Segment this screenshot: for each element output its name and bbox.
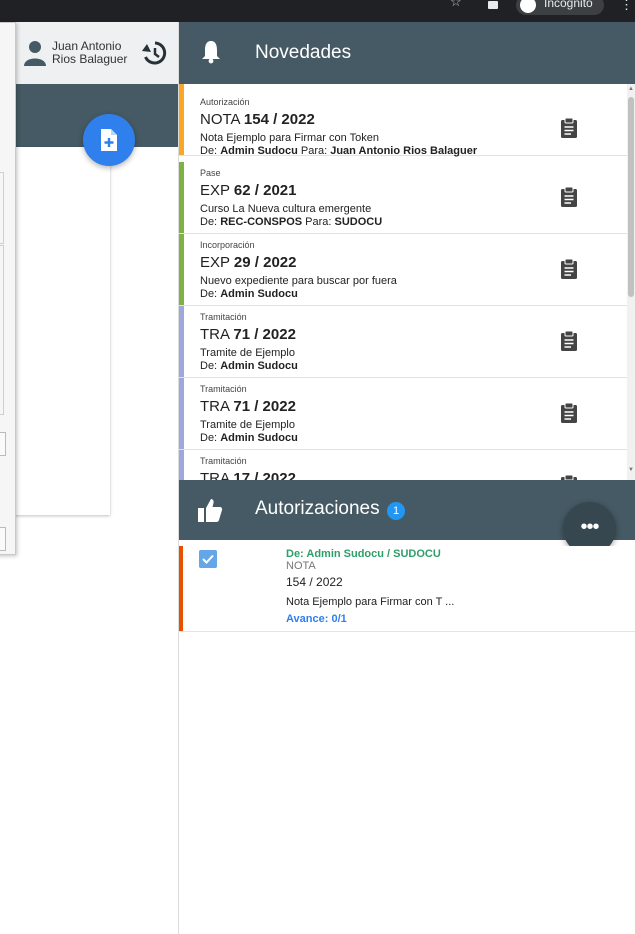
accent-bar [179, 306, 184, 377]
novedades-header: Novedades [179, 22, 635, 84]
novedad-number: EXP 62 / 2021 [200, 182, 297, 199]
browser-menu-icon[interactable]: ⋮ [620, 0, 633, 13]
scroll-down-icon[interactable]: ▼ [628, 467, 634, 473]
add-document-icon [101, 129, 117, 151]
checkbox-checked-icon[interactable] [199, 550, 217, 568]
clipboard-icon[interactable] [561, 403, 577, 423]
user-name[interactable]: Juan Antonio Rios Balaguer [52, 40, 142, 66]
novedad-number: TRA 71 / 2022 [200, 398, 296, 415]
novedad-from-to: De: Admin Sudocu [200, 360, 298, 372]
novedad-from-to: De: Admin Sudocu [200, 288, 298, 300]
dialog-button[interactable] [0, 432, 6, 456]
novedad-type: Tramitación [200, 312, 247, 322]
clipboard-icon[interactable] [561, 187, 577, 207]
autorizacion-progress: Avance: 0/1 [286, 613, 347, 625]
thumbs-up-icon [198, 499, 223, 522]
accent-bar [179, 546, 183, 631]
novedad-description: Nota Ejemplo para Firmar con Token [200, 132, 379, 144]
novedad-from-to: De: Admin Sudocu Para: Juan Antonio Rios… [200, 145, 478, 157]
autorizacion-number: 154 / 2022 [286, 575, 343, 589]
novedad-type: Autorización [200, 97, 250, 107]
accent-bar [179, 378, 184, 449]
novedad-type: Incorporación [200, 240, 255, 250]
scrollbar-thumb[interactable] [628, 97, 634, 297]
incognito-label: Incognito [544, 0, 593, 10]
novedad-description: Tramite de Ejemplo [200, 347, 295, 359]
novedad-description: Nuevo expediente para buscar por fuera [200, 275, 397, 287]
bookmark-star-icon[interactable]: ☆ [450, 0, 464, 9]
autorizacion-item[interactable]: De: Admin Sudocu / SUDOCU NOTA 154 / 202… [179, 546, 635, 632]
user-name-line2: Rios Balaguer [52, 52, 128, 66]
more-horizontal-icon: ••• [580, 516, 599, 538]
accent-bar [179, 162, 184, 233]
novedad-from-to: De: Admin Sudocu [200, 432, 298, 444]
novedad-number: EXP 29 / 2022 [200, 254, 297, 271]
scroll-up-icon[interactable]: ▲ [628, 86, 634, 92]
novedad-item[interactable]: Incorporación EXP 29 / 2022 Nuevo expedi… [179, 234, 627, 306]
novedad-type: Pase [200, 168, 221, 178]
dialog-field[interactable] [0, 172, 4, 244]
accent-bar [179, 450, 184, 480]
autorizacion-description: Nota Ejemplo para Firmar con T ... [286, 596, 455, 608]
novedad-number: NOTA 154 / 2022 [200, 111, 315, 128]
novedad-item[interactable]: Pase EXP 62 / 2021 Curso La Nueva cultur… [179, 162, 627, 234]
autorizacion-from: De: Admin Sudocu / SUDOCU [286, 548, 441, 560]
novedad-item[interactable]: Tramitación TRA 17 / 2022 [179, 450, 627, 480]
extension-icon[interactable] [488, 1, 498, 9]
novedad-from-to: De: REC-CONSPOS Para: SUDOCU [200, 216, 383, 228]
bell-icon [202, 41, 220, 64]
novedad-item[interactable]: Autorización NOTA 154 / 2022 Nota Ejempl… [179, 84, 627, 157]
autorizacion-type: NOTA [286, 560, 316, 572]
clipboard-icon[interactable] [561, 331, 577, 351]
novedad-description: Curso La Nueva cultura emergente [200, 203, 372, 215]
novedades-list[interactable]: Autorización NOTA 154 / 2022 Nota Ejempl… [179, 84, 627, 480]
novedad-number: TRA 17 / 2022 [200, 470, 296, 480]
history-icon[interactable] [141, 40, 167, 66]
novedad-description: Tramite de Ejemplo [200, 419, 295, 431]
clipboard-icon[interactable] [561, 118, 577, 138]
dialog-textarea[interactable] [0, 245, 4, 415]
autorizaciones-title: Autorizaciones [255, 498, 380, 519]
dialog-button[interactable] [0, 527, 6, 551]
novedad-type: Tramitación [200, 384, 247, 394]
accent-bar [179, 234, 184, 305]
novedades-title: Novedades [255, 42, 352, 63]
browser-toolbar: ☆ Incognito ⋮ [0, 0, 635, 22]
content-card [0, 147, 110, 515]
novedad-item[interactable]: Tramitación TRA 71 / 2022 Tramite de Eje… [179, 378, 627, 450]
clipboard-icon[interactable] [561, 259, 577, 279]
novedad-type: Tramitación [200, 456, 247, 466]
incognito-icon [520, 0, 536, 13]
new-document-button[interactable] [83, 114, 135, 166]
novedad-item[interactable]: Tramitación TRA 71 / 2022 Tramite de Eje… [179, 306, 627, 378]
incognito-indicator[interactable]: Incognito [516, 0, 604, 15]
user-icon [24, 41, 46, 66]
novedad-number: TRA 71 / 2022 [200, 326, 296, 343]
autorizaciones-count-badge: 1 [387, 502, 405, 520]
accent-bar [179, 84, 184, 155]
